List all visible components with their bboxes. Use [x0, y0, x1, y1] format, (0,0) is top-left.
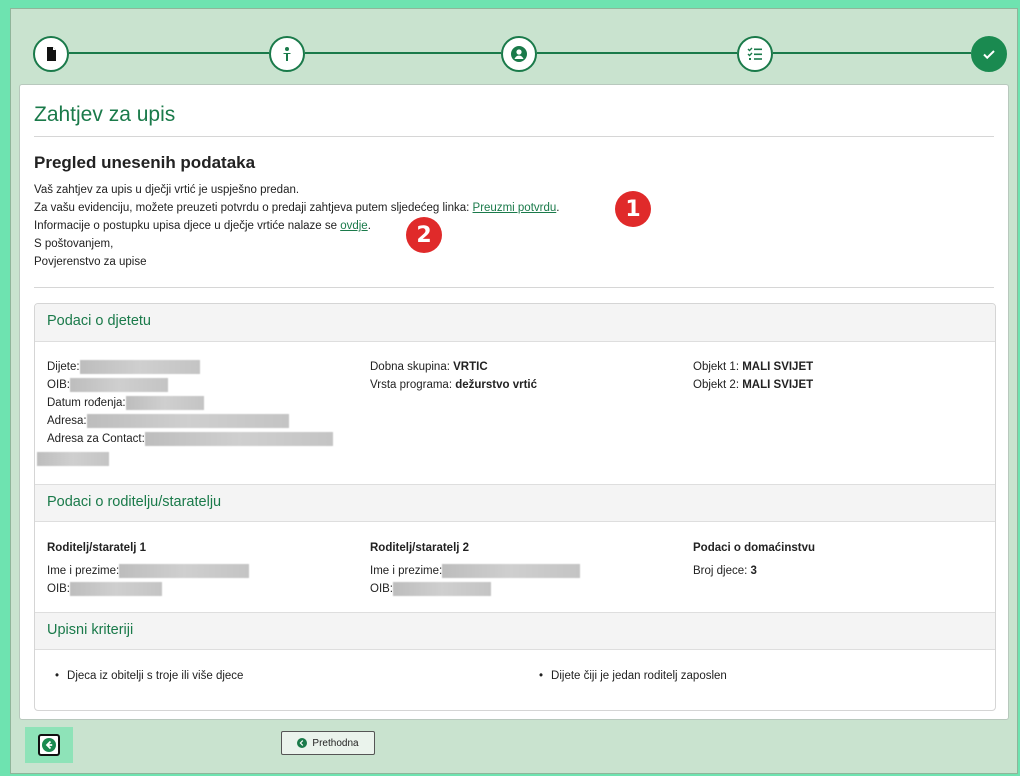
parent-icon	[511, 46, 527, 62]
program-field: Vrsta programa: dežurstvo vrtić	[370, 376, 537, 394]
household-title: Podaci o domaćinstvu	[693, 542, 816, 554]
checklist-icon	[747, 47, 762, 60]
parent1-title: Roditelj/staratelj 1	[47, 542, 147, 554]
object1-field: Objekt 1: MALI SVIJET	[693, 358, 813, 376]
main-card: Zahtjev za upis Pregled unesenih podatak…	[19, 84, 1009, 720]
age-group-field: Dobna skupina: VRTIC	[370, 358, 488, 376]
children-count-value: 3	[750, 565, 757, 577]
step-complete[interactable]	[971, 36, 1007, 72]
child-address-field: Adresa:	[47, 412, 289, 430]
child-dob-field: Datum rođenja:	[47, 394, 204, 412]
child-oib-label: OIB:	[47, 379, 71, 391]
object1-value: MALI SVIJET	[742, 361, 814, 373]
step-connector	[537, 52, 737, 54]
divider	[34, 136, 994, 137]
annotation-badge-1: 1	[615, 191, 651, 227]
redacted-value	[393, 581, 492, 596]
divider	[34, 287, 994, 288]
children-count-field: Broj djece: 3	[693, 562, 757, 580]
step-parent[interactable]	[501, 36, 537, 72]
previous-button-label: Prethodna	[312, 737, 359, 749]
parent1-oib-field: OIB:	[47, 580, 163, 598]
redacted-value	[70, 377, 169, 392]
check-icon	[983, 50, 995, 60]
document-icon	[47, 47, 56, 61]
punctuation: .	[556, 202, 560, 214]
step-document[interactable]	[33, 36, 69, 72]
review-title: Pregled unesenih podataka	[34, 153, 256, 172]
progress-stepper	[19, 19, 1009, 87]
redacted-value	[144, 431, 333, 446]
child-oib-field: OIB:	[47, 376, 169, 394]
info-link[interactable]: ovdje	[340, 220, 368, 232]
parent1-name-field: Ime i prezime:	[47, 562, 250, 580]
download-line: Za vašu evidenciju, možete preuzeti potv…	[34, 199, 559, 217]
step-connector	[305, 52, 501, 54]
previous-button[interactable]: Prethodna	[281, 731, 375, 755]
child-name-label: Dijete:	[47, 361, 80, 373]
footer-bar: Prethodna	[19, 723, 1009, 763]
app-frame: Zahtjev za upis Pregled unesenih podatak…	[10, 8, 1018, 774]
parent2-oib-field: OIB:	[370, 580, 492, 598]
back-button[interactable]	[25, 727, 73, 763]
object1-label: Objekt 1:	[693, 361, 743, 373]
program-value: dežurstvo vrtić	[455, 379, 538, 391]
annotation-badge-2: 2	[406, 217, 442, 253]
age-group-label: Dobna skupina:	[370, 361, 454, 373]
child-dob-label: Datum rođenja:	[47, 397, 126, 409]
redacted-value	[86, 413, 289, 428]
section-child-heading: Podaci o djetetu	[35, 304, 995, 342]
program-label: Vrsta programa:	[370, 379, 456, 391]
step-connector	[773, 52, 971, 54]
parent1-oib-label: OIB:	[47, 583, 71, 595]
parent2-oib-label: OIB:	[370, 583, 394, 595]
child-contact-address-field: Adresa za Contact:	[47, 430, 333, 448]
redacted-value	[442, 563, 581, 578]
children-count-label: Broj djece:	[693, 565, 751, 577]
greeting-line: S poštovanjem,	[34, 238, 114, 250]
punctuation: .	[367, 220, 371, 232]
arrow-left-icon	[38, 734, 60, 756]
parent2-title: Roditelj/staratelj 2	[370, 542, 470, 554]
confirmation-text: Vaš zahtjev za upis u dječji vrtić je us…	[34, 181, 559, 271]
criteria-item: Dijete čiji je jedan roditelj zaposlen	[539, 670, 727, 682]
info-line: Informacije o postupku upisa djece u dje…	[34, 217, 559, 235]
success-line: Vaš zahtjev za upis u dječji vrtić je us…	[34, 184, 300, 196]
child-name-field: Dijete:	[47, 358, 200, 376]
object2-field: Objekt 2: MALI SVIJET	[693, 376, 813, 394]
object2-value: MALI SVIJET	[742, 379, 814, 391]
step-checklist[interactable]	[737, 36, 773, 72]
download-line-text: Za vašu evidenciju, možete preuzeti potv…	[34, 202, 473, 214]
object2-label: Objekt 2:	[693, 379, 743, 391]
criteria-item: Djeca iz obitelji s troje ili više djece	[55, 670, 243, 682]
parent2-name-field: Ime i prezime:	[370, 562, 581, 580]
details-panel: Podaci o djetetu Dijete: OIB: Datum rođe…	[34, 303, 996, 711]
child-contact-address-label: Adresa za Contact:	[47, 433, 145, 445]
child-contact-address-cont	[37, 450, 109, 468]
redacted-value	[79, 359, 200, 374]
section-parents-heading: Podaci o roditelju/staratelju	[35, 484, 995, 522]
page-title: Zahtjev za upis	[34, 103, 176, 126]
child-icon	[283, 47, 291, 61]
redacted-value	[70, 581, 163, 596]
step-connector	[69, 52, 269, 54]
parent2-name-label: Ime i prezime:	[370, 565, 443, 577]
arrow-left-circle-icon	[297, 738, 308, 748]
child-address-label: Adresa:	[47, 415, 87, 427]
download-confirmation-link[interactable]: Preuzmi potvrdu	[473, 202, 557, 214]
section-criteria-heading: Upisni kriteriji	[35, 612, 995, 650]
step-child[interactable]	[269, 36, 305, 72]
redacted-value	[125, 395, 204, 410]
age-group-value: VRTIC	[453, 361, 488, 373]
redacted-value	[37, 451, 109, 466]
parent1-name-label: Ime i prezime:	[47, 565, 120, 577]
signature-line: Povjerenstvo za upise	[34, 256, 147, 268]
info-line-text: Informacije o postupku upisa djece u dje…	[34, 220, 341, 232]
redacted-value	[119, 563, 250, 578]
